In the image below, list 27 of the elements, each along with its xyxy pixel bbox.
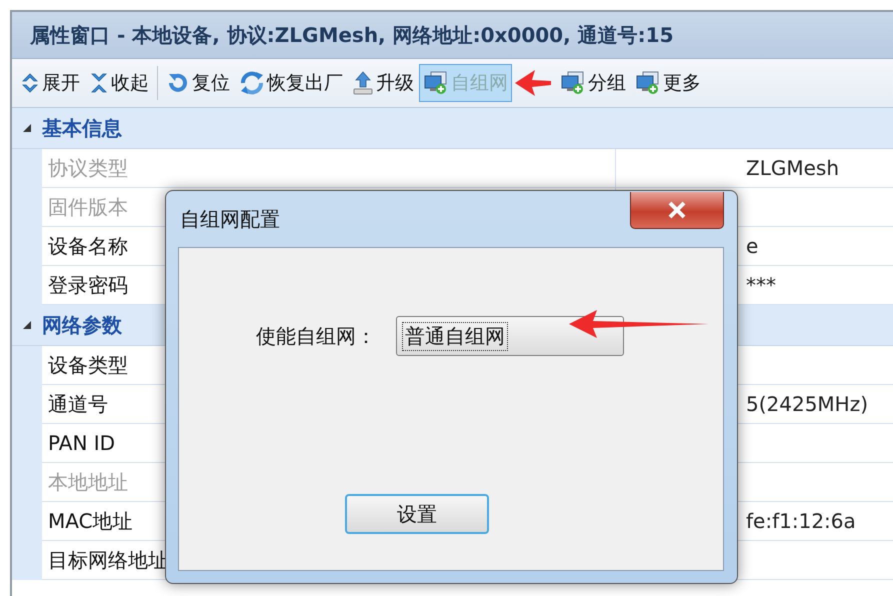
- close-icon: [667, 200, 687, 218]
- collapse-triangle-icon[interactable]: [22, 320, 32, 330]
- reset-icon: [166, 71, 190, 95]
- monitor-add-icon: [635, 71, 661, 95]
- refresh-icon: [239, 71, 265, 95]
- collapse-triangle-icon[interactable]: [22, 123, 32, 133]
- set-button[interactable]: 设置: [345, 494, 489, 534]
- monitor-add-icon: [560, 71, 586, 95]
- toolbar-button[interactable]: 更多: [631, 64, 705, 102]
- field-label: 使能自组网：: [256, 322, 376, 350]
- close-button[interactable]: [630, 192, 724, 228]
- dialog-title: 自组网配置: [179, 206, 280, 232]
- toolbar-button[interactable]: 复位: [162, 64, 234, 102]
- arrow-annotation: [515, 70, 551, 96]
- upload-icon: [352, 70, 374, 96]
- toolbar-button[interactable]: 展开: [16, 64, 84, 102]
- dropdown-field[interactable]: 普通自组网: [396, 316, 624, 356]
- category-label[interactable]: 基本信息: [42, 114, 122, 142]
- category-label[interactable]: 网络参数: [42, 312, 122, 338]
- toolbar-button[interactable]: 升级: [348, 64, 418, 102]
- window-title: 属性窗口 - 本地设备, 协议:ZLGMesh, 网络地址:0x0000, 通道号:15: [12, 12, 893, 59]
- expand-icon: [20, 72, 40, 94]
- toolbar-button[interactable]: 恢复出厂: [235, 64, 347, 102]
- collapse-icon: [89, 72, 109, 94]
- toolbar-button[interactable]: 分组: [556, 64, 630, 102]
- toolbar-button[interactable]: 收起: [85, 64, 153, 102]
- monitor-add-icon: [423, 71, 449, 95]
